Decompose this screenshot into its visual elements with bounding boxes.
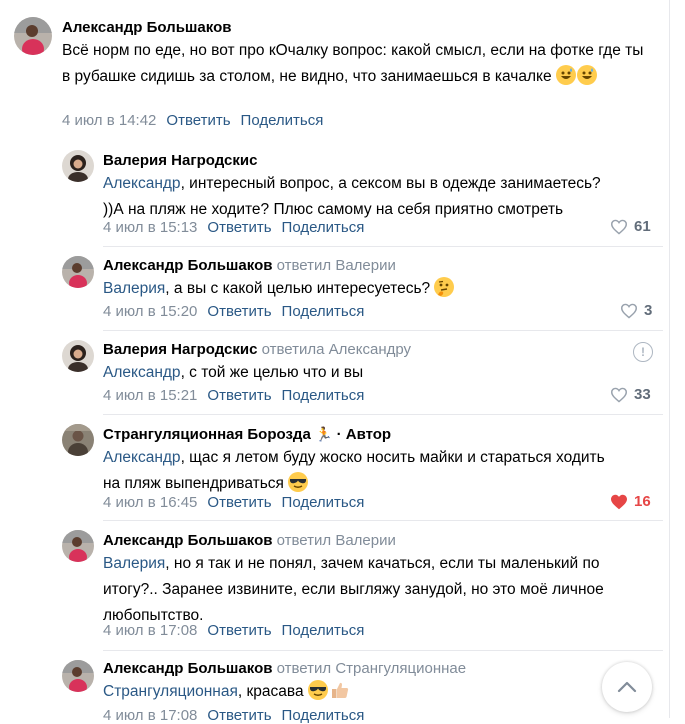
comment-text: Валерия, но я так и не понял, зачем кача… (103, 555, 604, 624)
comment-meta: 4 июл в 17:08 Ответить Поделиться (103, 622, 364, 639)
share-button[interactable]: Поделиться (282, 387, 365, 404)
avatar[interactable] (62, 256, 94, 288)
share-button[interactable]: Поделиться (282, 303, 365, 320)
divider (103, 650, 663, 651)
heart-icon (620, 303, 638, 319)
reply-button[interactable]: Ответить (207, 622, 271, 639)
heart-icon (610, 219, 628, 235)
comment-text: Валерия, а вы с какой целью интересуетес… (103, 276, 653, 302)
exclamation-circle-icon[interactable]: ! (633, 342, 653, 362)
comment-text: Александр, с той же целью что и вы (103, 364, 364, 381)
author-label: · Автор (336, 426, 392, 443)
like-button[interactable]: 33 (610, 386, 651, 403)
comment-time[interactable]: 4 июл в 15:21 (103, 387, 197, 404)
avatar[interactable] (62, 340, 94, 372)
comment-meta: 4 июл в 15:13 Ответить Поделиться (103, 219, 364, 236)
reply-note[interactable]: ответил Странгуляционнае (277, 660, 466, 677)
comment-time[interactable]: 4 июл в 16:45 (103, 494, 197, 511)
comment-text: Александр, интересный вопрос, а сексом в… (103, 175, 601, 218)
like-button[interactable]: 61 (610, 218, 651, 235)
comment-author[interactable]: Александр Большаков ответил Валерии (103, 257, 396, 274)
comment-text: Александр, щас я летом буду жоско носить… (103, 449, 605, 492)
comment-author[interactable]: Александр Большаков (62, 19, 231, 36)
comment-meta: 4 июл в 15:21 Ответить Поделиться (103, 387, 364, 404)
like-count: 33 (634, 386, 651, 403)
avatar[interactable] (62, 150, 94, 182)
comment-author[interactable]: Валерия Нагродскис (103, 152, 257, 169)
comment-text: Странгуляционная, красава (103, 679, 583, 705)
comment-time[interactable]: 4 июл в 15:20 (103, 303, 197, 320)
scroll-up-button[interactable] (602, 662, 652, 712)
grinning-sweat-icon (576, 65, 597, 85)
reply-note[interactable]: ответил Валерии (277, 257, 396, 274)
grinning-sweat-icon (555, 65, 576, 85)
share-button[interactable]: Поделиться (282, 707, 365, 724)
like-count: 3 (644, 302, 653, 319)
comment-author[interactable]: Александр Большаков ответил Странгуляцио… (103, 660, 466, 677)
mention-link[interactable]: Александр (103, 175, 181, 192)
comment-time[interactable]: 4 июл в 15:13 (103, 219, 197, 236)
avatar[interactable] (14, 17, 52, 55)
comment-time[interactable]: 4 июл в 17:08 (103, 707, 197, 724)
avatar[interactable] (62, 530, 94, 562)
comment-author[interactable]: Валерия Нагродскис ответила Александру (103, 341, 411, 358)
thinking-face-icon (434, 277, 455, 297)
divider (103, 414, 663, 415)
share-button[interactable]: Поделиться (282, 622, 365, 639)
share-button[interactable]: Поделиться (241, 112, 324, 129)
reply-button[interactable]: Ответить (207, 494, 271, 511)
like-count: 16 (634, 493, 651, 510)
comment-time[interactable]: 4 июл в 17:08 (103, 622, 197, 639)
share-button[interactable]: Поделиться (282, 219, 365, 236)
divider (103, 520, 663, 521)
mention-link[interactable]: Валерия (103, 555, 165, 572)
comment-meta: 4 июл в 16:45 Ответить Поделиться (103, 494, 364, 511)
reply-note[interactable]: ответил Валерии (277, 532, 396, 549)
heart-icon (610, 387, 628, 403)
reply-button[interactable]: Ответить (207, 303, 271, 320)
mention-link[interactable]: Александр (103, 449, 181, 466)
sunglasses-icon (288, 472, 309, 492)
comment-meta: 4 июл в 17:08 Ответить Поделиться (103, 707, 364, 724)
like-button[interactable]: 3 (620, 302, 652, 319)
mention-link[interactable]: Александр (103, 364, 181, 381)
reply-button[interactable]: Ответить (207, 707, 271, 724)
like-count: 61 (634, 218, 651, 235)
divider (103, 330, 663, 331)
comment-author[interactable]: Александр Большаков ответил Валерии (103, 532, 396, 549)
like-button[interactable]: 16 (610, 493, 651, 510)
avatar[interactable] (62, 424, 94, 456)
right-border (669, 0, 670, 718)
comment-meta: 4 июл в 15:20 Ответить Поделиться (103, 303, 364, 320)
reply-button[interactable]: Ответить (207, 387, 271, 404)
divider (103, 246, 663, 247)
reply-button[interactable]: Ответить (166, 112, 230, 129)
reply-note[interactable]: ответила Александру (262, 341, 411, 358)
thumbs-up-icon (330, 680, 350, 700)
runner-icon: 🏃 (314, 426, 333, 442)
comment-meta: 4 июл в 14:42 Ответить Поделиться (62, 112, 323, 129)
heart-filled-icon (611, 494, 627, 509)
mention-link[interactable]: Валерия (103, 280, 165, 297)
chevron-up-icon (617, 681, 637, 693)
comment-time[interactable]: 4 июл в 14:42 (62, 112, 156, 129)
share-button[interactable]: Поделиться (282, 494, 365, 511)
reply-button[interactable]: Ответить (207, 219, 271, 236)
avatar[interactable] (62, 660, 94, 692)
comment-text: Всё норм по еде, но вот про кОчалку вопр… (62, 42, 644, 85)
mention-link[interactable]: Странгуляционная (103, 683, 238, 700)
sunglasses-icon (307, 680, 328, 700)
comment-author[interactable]: Странгуляционная Борозда 🏃 · Автор (103, 426, 391, 443)
